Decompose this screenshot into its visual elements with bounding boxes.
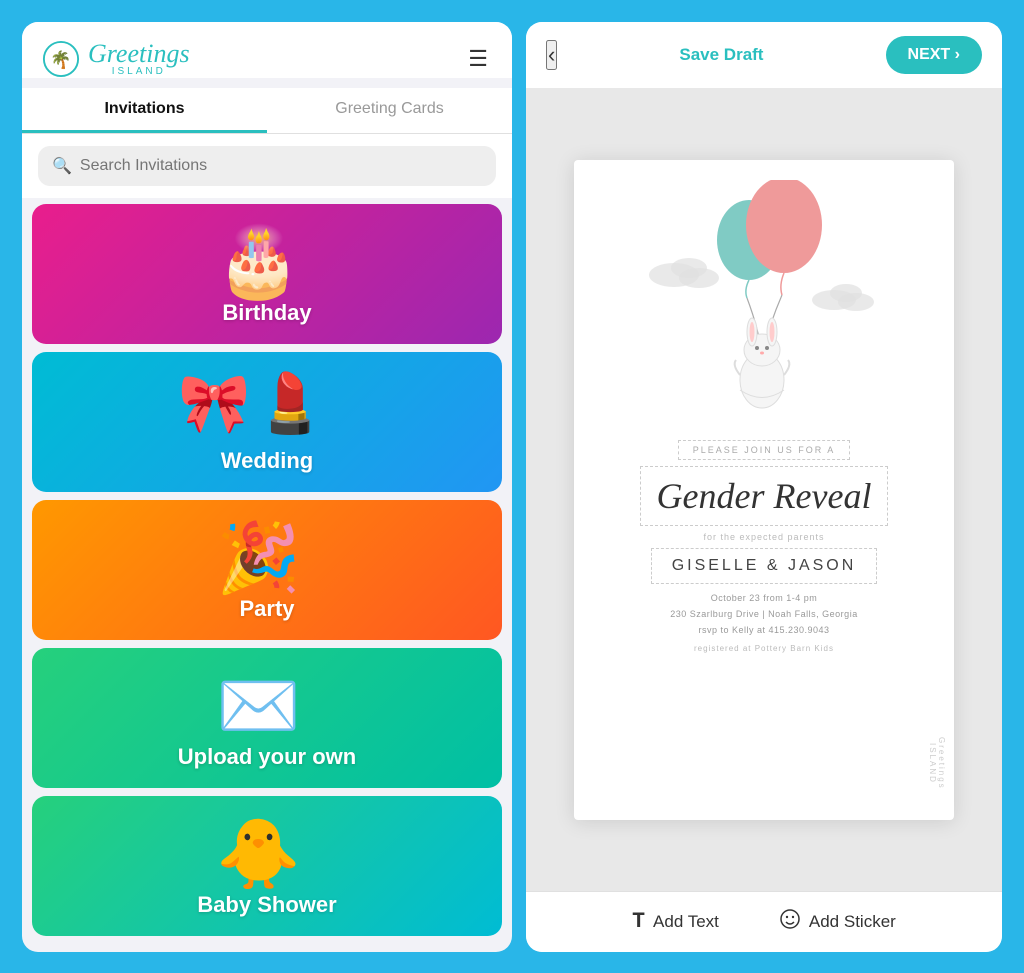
date-line: October 23 from 1-4 pm xyxy=(670,590,857,606)
birthday-label: Birthday xyxy=(32,300,502,326)
editor-header: ‹ Save Draft NEXT › xyxy=(526,22,1002,89)
upload-label: Upload your own xyxy=(32,744,502,770)
add-sticker-button[interactable]: Add Sticker xyxy=(779,908,896,936)
search-bar-container: 🔍 xyxy=(22,134,512,198)
balloon-svg xyxy=(614,180,914,440)
save-draft-button[interactable]: Save Draft xyxy=(679,45,763,65)
rsvp-line: rsvp to Kelly at 415.230.9043 xyxy=(670,622,857,638)
expected-parents-text: for the expected parents xyxy=(703,532,824,542)
right-panel: ‹ Save Draft NEXT › xyxy=(526,22,1002,952)
category-baby[interactable]: 🐥 Baby Shower xyxy=(32,796,502,936)
next-button[interactable]: NEXT › xyxy=(886,36,982,74)
hamburger-menu[interactable]: ☰ xyxy=(464,42,492,76)
watermark: GreetingsISLAND xyxy=(928,737,946,790)
logo-icon: 🌴 xyxy=(42,40,80,78)
invitation-card: PLEASE JOIN US FOR A Gender Reveal for t… xyxy=(574,160,954,820)
event-details: October 23 from 1-4 pm 230 Szarlburg Dri… xyxy=(670,590,857,639)
upload-icon: ✉️ xyxy=(216,666,301,746)
please-join-text: PLEASE JOIN US FOR A xyxy=(678,440,851,460)
search-input[interactable] xyxy=(80,157,482,175)
category-upload[interactable]: ✉️ Upload your own xyxy=(32,648,502,788)
app-header: 🌴 Greetings ISLAND ☰ xyxy=(22,22,512,78)
tab-greeting-cards[interactable]: Greeting Cards xyxy=(267,88,512,133)
tabs: Invitations Greeting Cards xyxy=(22,88,512,134)
editor-toolbar: 𝐓 Add Text Add Sticker xyxy=(526,891,1002,952)
editor-canvas: PLEASE JOIN US FOR A Gender Reveal for t… xyxy=(526,89,1002,891)
add-text-label: Add Text xyxy=(653,912,719,932)
search-wrapper: 🔍 xyxy=(38,146,496,186)
registered-text: registered at Pottery Barn Kids xyxy=(694,644,834,653)
search-icon: 🔍 xyxy=(52,156,72,176)
add-text-button[interactable]: 𝐓 Add Text xyxy=(632,910,719,933)
left-panel: 🌴 Greetings ISLAND ☰ Invitations Greetin… xyxy=(22,22,512,952)
category-list: 🎂 Birthday 🎀💄 Wedding 🎉 Party ✉️ Upload … xyxy=(22,198,512,952)
sticker-svg-icon xyxy=(779,908,801,930)
wedding-icon: 🎀💄 xyxy=(178,370,326,438)
logo-island-text: ISLAND xyxy=(88,67,190,77)
address-line: 230 Szarlburg Drive | Noah Falls, Georgi… xyxy=(670,606,857,622)
wedding-label: Wedding xyxy=(32,448,502,474)
party-icon: 🎉 xyxy=(216,518,301,598)
logo-text: Greetings ISLAND xyxy=(88,41,190,77)
text-icon: 𝐓 xyxy=(632,910,645,933)
gender-reveal-title: Gender Reveal xyxy=(640,466,889,526)
names-box: GISELLE & JASON xyxy=(651,548,878,584)
category-party[interactable]: 🎉 Party xyxy=(32,500,502,640)
back-button[interactable]: ‹ xyxy=(546,40,557,70)
birthday-icon: 🎂 xyxy=(216,222,301,302)
tab-invitations[interactable]: Invitations xyxy=(22,88,267,133)
category-birthday[interactable]: 🎂 Birthday xyxy=(32,204,502,344)
balloon-illustration xyxy=(604,180,924,440)
logo-area: 🌴 Greetings ISLAND xyxy=(42,40,190,78)
card-body: PLEASE JOIN US FOR A Gender Reveal for t… xyxy=(604,440,924,654)
baby-label: Baby Shower xyxy=(32,892,502,918)
baby-icon: 🐥 xyxy=(216,814,301,894)
party-label: Party xyxy=(32,596,502,622)
add-sticker-label: Add Sticker xyxy=(809,912,896,932)
sticker-icon xyxy=(779,908,801,936)
logo-greetings-text: Greetings xyxy=(88,41,190,67)
category-wedding[interactable]: 🎀💄 Wedding xyxy=(32,352,502,492)
svg-text:🌴: 🌴 xyxy=(50,49,71,69)
